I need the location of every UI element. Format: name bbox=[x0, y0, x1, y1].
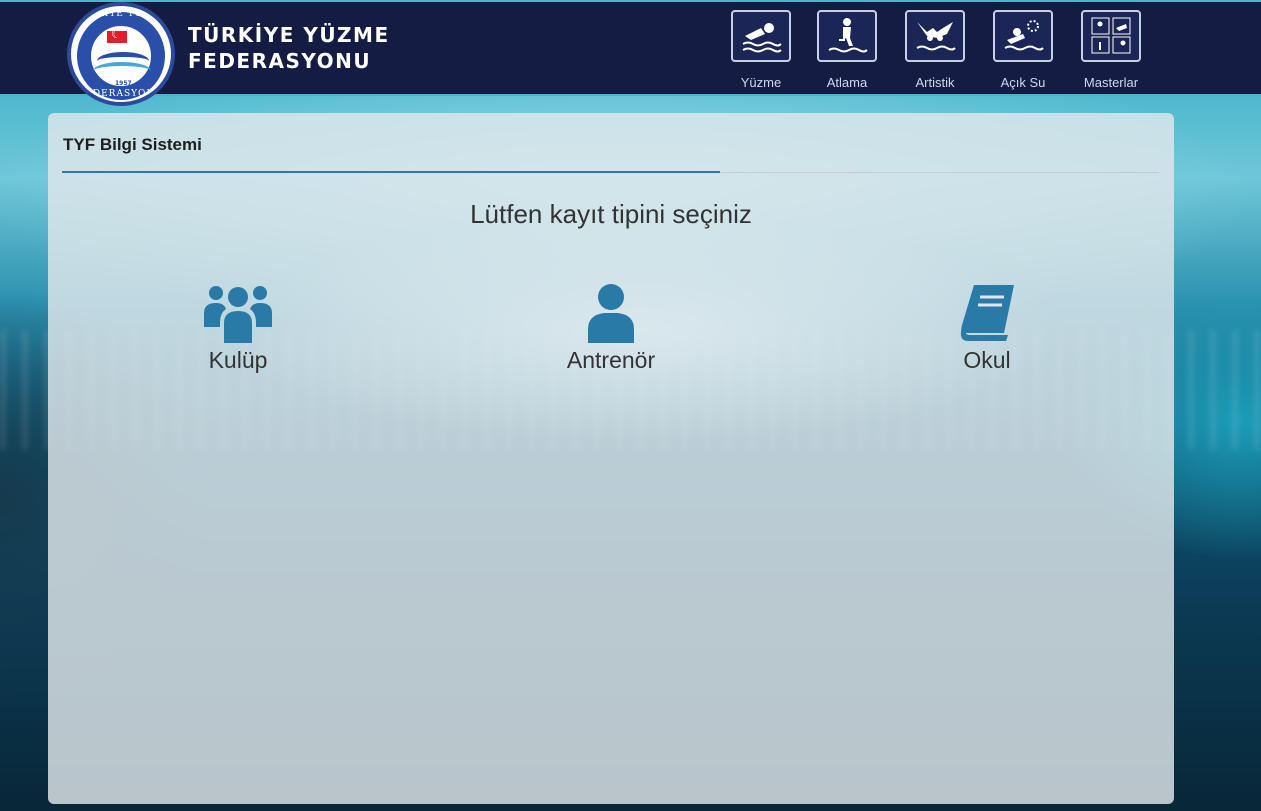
book-icon bbox=[960, 285, 1014, 341]
logo-year: 1957 bbox=[115, 80, 132, 87]
option-label: Kulüp bbox=[208, 347, 268, 373]
swimmer-icon bbox=[731, 10, 791, 62]
option-label: Antrenör bbox=[566, 347, 656, 373]
brand-line-2: FEDERASYONU bbox=[188, 49, 372, 73]
wave-icon bbox=[93, 62, 151, 80]
logo-ring-bottom-text: FEDERASYONU bbox=[78, 89, 164, 99]
title-underline bbox=[62, 171, 720, 173]
masters-icon bbox=[1081, 10, 1141, 62]
brand-name[interactable]: TÜRKİYE YÜZME FEDERASYONU bbox=[188, 22, 390, 74]
registration-panel: TYF Bilgi Sistemi Lütfen kayıt tipini se… bbox=[48, 113, 1174, 804]
federation-logo[interactable]: TÜRKİYE YÜZME 1957 FEDERASYONU bbox=[67, 2, 175, 106]
diver-icon bbox=[817, 10, 877, 62]
nav-label: Atlama bbox=[826, 75, 868, 90]
nav-item-acik-su[interactable]: Açık Su bbox=[985, 10, 1061, 90]
option-label: Okul bbox=[963, 347, 1011, 373]
nav-item-artistik[interactable]: Artistik bbox=[897, 10, 973, 90]
option-kulup[interactable]: Kulüp bbox=[148, 283, 328, 374]
option-antrenor[interactable]: Antrenör bbox=[521, 283, 701, 374]
site-header: TÜRKİYE YÜZME 1957 FEDERASYONU TÜRKİYE Y… bbox=[0, 0, 1261, 106]
open-water-icon bbox=[993, 10, 1053, 62]
nav-label: Artistik bbox=[915, 75, 955, 90]
brand-line-1: TÜRKİYE YÜZME bbox=[188, 23, 390, 47]
registration-type-prompt: Lütfen kayıt tipini seçiniz bbox=[470, 199, 752, 229]
nav-item-masterlar[interactable]: Masterlar bbox=[1073, 10, 1149, 90]
nav-item-yuzme[interactable]: Yüzme bbox=[723, 10, 799, 90]
option-okul[interactable]: Okul bbox=[897, 283, 1077, 374]
user-icon bbox=[588, 284, 634, 343]
nav-label: Açık Su bbox=[1000, 75, 1046, 90]
nav-item-atlama[interactable]: Atlama bbox=[809, 10, 885, 90]
nav-label: Yüzme bbox=[740, 75, 782, 90]
turkish-flag-icon bbox=[106, 27, 128, 44]
panel-title: TYF Bilgi Sistemi bbox=[63, 135, 202, 154]
logo-ring-top-text: TÜRKİYE YÜZME bbox=[73, 9, 169, 19]
nav-label: Masterlar bbox=[1083, 75, 1139, 90]
users-group-icon bbox=[204, 286, 272, 343]
synchronized-swimming-icon bbox=[905, 10, 965, 62]
